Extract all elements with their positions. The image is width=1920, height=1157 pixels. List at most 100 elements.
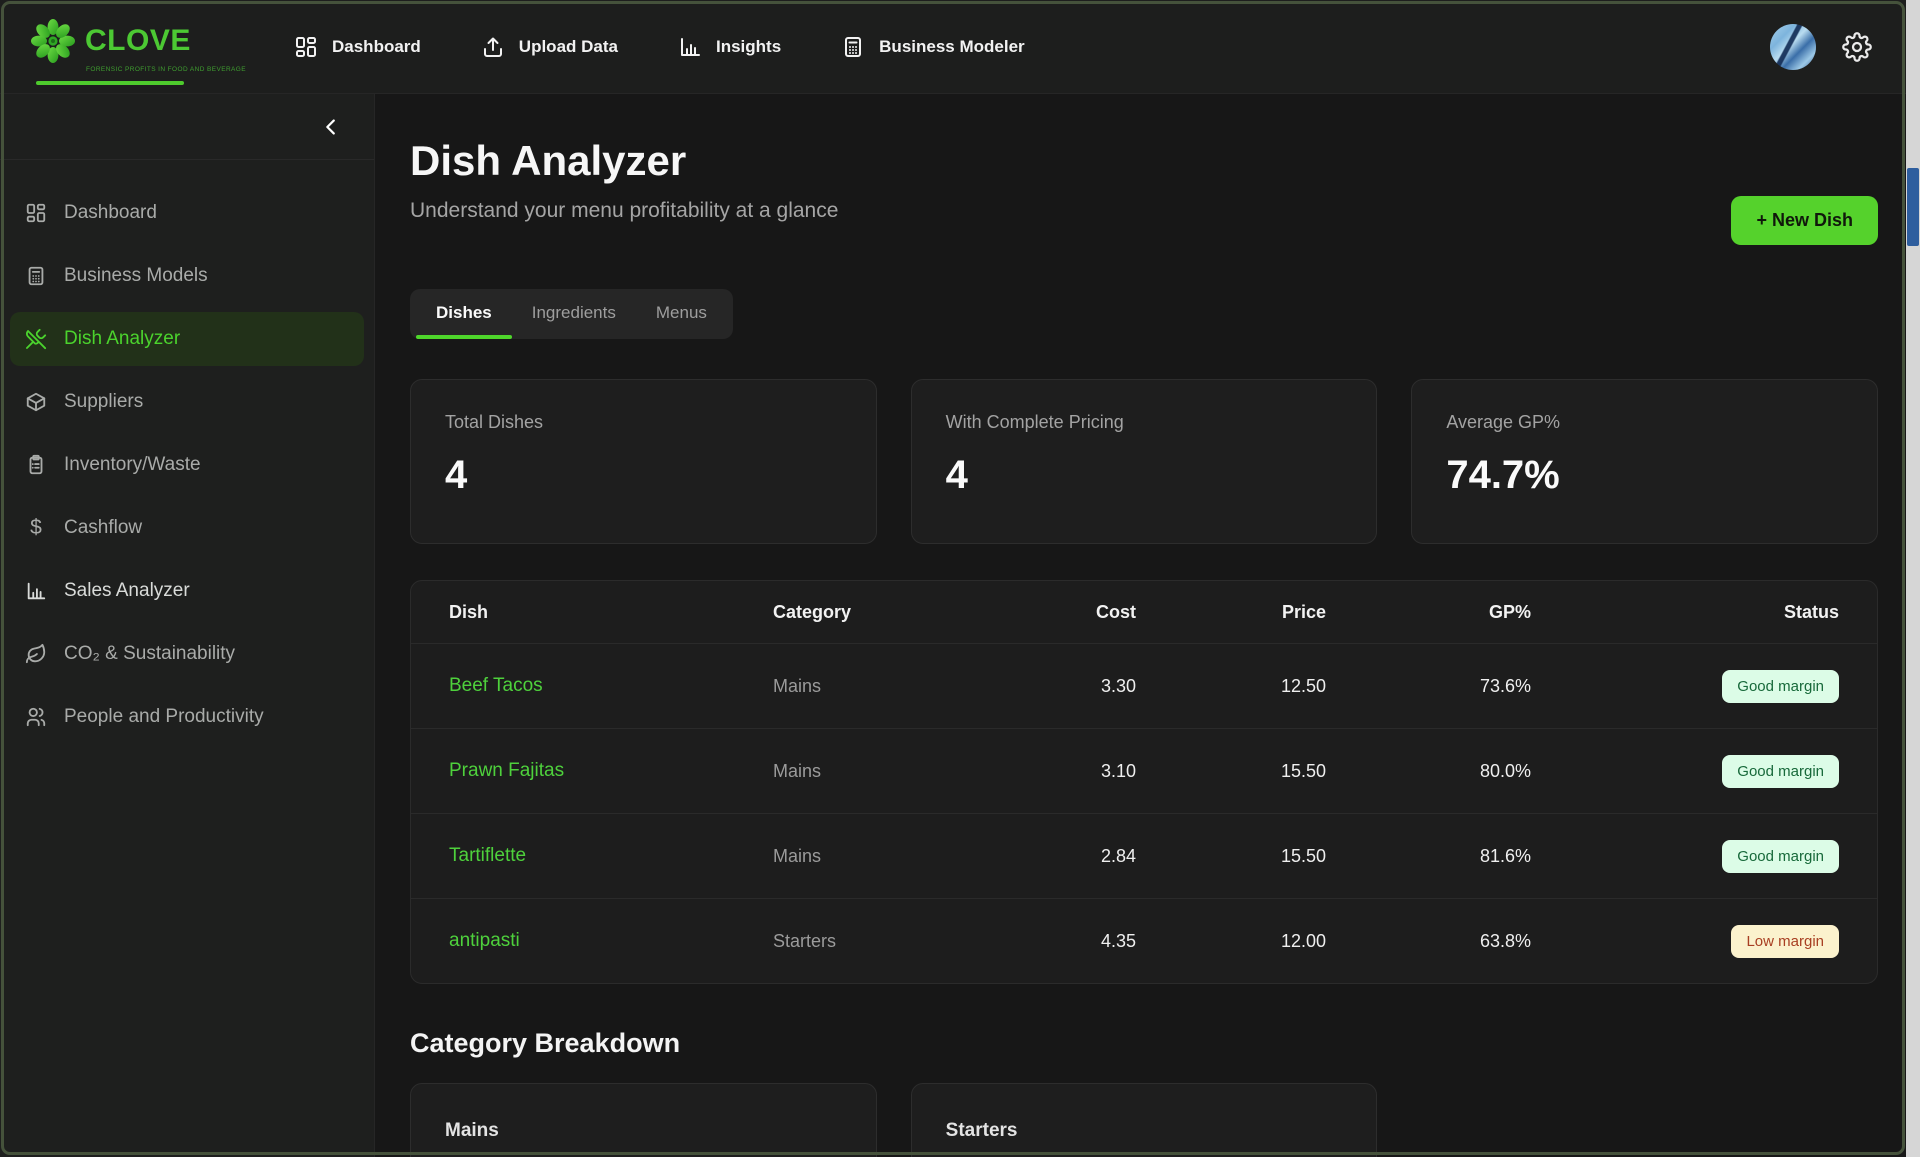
column-header-cost: Cost bbox=[1016, 602, 1136, 623]
dishes-table: Dish Category Cost Price GP% Status Beef… bbox=[410, 580, 1878, 984]
user-avatar[interactable] bbox=[1770, 24, 1816, 70]
tab-label: Dishes bbox=[436, 303, 492, 322]
category-breakdown-cards: Mains Starters bbox=[410, 1083, 1878, 1157]
new-dish-button[interactable]: + New Dish bbox=[1731, 196, 1878, 245]
topnav-item-business-modeler[interactable]: Business Modeler bbox=[841, 35, 1025, 59]
stat-value: 74.7% bbox=[1446, 453, 1843, 498]
sidebar-item-label: Suppliers bbox=[64, 391, 143, 413]
sidebar-item-label: Dish Analyzer bbox=[64, 328, 180, 350]
sidebar: Dashboard Business Models bbox=[0, 94, 375, 1157]
sidebar-navigation: Dashboard Business Models bbox=[0, 160, 374, 770]
dish-price: 12.00 bbox=[1136, 931, 1326, 952]
stat-card-total-dishes: Total Dishes 4 bbox=[410, 379, 877, 544]
tab-menus[interactable]: Menus bbox=[636, 293, 727, 335]
stat-label: Average GP% bbox=[1446, 412, 1843, 433]
topnav-item-upload-data[interactable]: Upload Data bbox=[481, 35, 618, 59]
brand-underline bbox=[36, 81, 184, 85]
sidebar-item-dish-analyzer[interactable]: Dish Analyzer bbox=[10, 312, 364, 366]
sidebar-item-people-productivity[interactable]: People and Productivity bbox=[10, 690, 364, 744]
brand-name: CLOVE bbox=[85, 24, 191, 58]
sidebar-item-business-models[interactable]: Business Models bbox=[10, 249, 364, 303]
dish-gp: 73.6% bbox=[1326, 676, 1531, 697]
status-badge: Good margin bbox=[1722, 840, 1839, 873]
sidebar-header bbox=[0, 94, 374, 160]
column-header-status: Status bbox=[1531, 602, 1839, 623]
tab-bar: Dishes Ingredients Menus bbox=[410, 289, 733, 339]
column-header-gp: GP% bbox=[1326, 602, 1531, 623]
stat-cards: Total Dishes 4 With Complete Pricing 4 A… bbox=[410, 379, 1878, 544]
table-row: Beef Tacos Mains 3.30 12.50 73.6% Good m… bbox=[411, 643, 1877, 728]
stat-card-average-gp: Average GP% 74.7% bbox=[1411, 379, 1878, 544]
tab-dishes[interactable]: Dishes bbox=[416, 293, 512, 335]
sidebar-item-label: Sales Analyzer bbox=[64, 580, 190, 602]
breakdown-card-label: Starters bbox=[946, 1120, 1343, 1142]
bar-chart-icon bbox=[678, 35, 702, 59]
dish-gp: 80.0% bbox=[1326, 761, 1531, 782]
table-row: Prawn Fajitas Mains 3.10 15.50 80.0% Goo… bbox=[411, 728, 1877, 813]
sidebar-item-label: People and Productivity bbox=[64, 706, 264, 728]
topnav-label: Dashboard bbox=[332, 37, 421, 57]
topnav-item-dashboard[interactable]: Dashboard bbox=[294, 35, 421, 59]
topnav-item-insights[interactable]: Insights bbox=[678, 35, 781, 59]
bar-chart-icon bbox=[25, 580, 47, 602]
tab-label: Ingredients bbox=[532, 303, 616, 322]
dish-link[interactable]: Beef Tacos bbox=[449, 675, 773, 697]
sidebar-item-sales-analyzer[interactable]: Sales Analyzer bbox=[10, 564, 364, 618]
sidebar-item-label: Inventory/Waste bbox=[64, 454, 201, 476]
dish-link[interactable]: Tartiflette bbox=[449, 845, 773, 867]
tab-ingredients[interactable]: Ingredients bbox=[512, 293, 636, 335]
dish-price: 12.50 bbox=[1136, 676, 1326, 697]
dish-price: 15.50 bbox=[1136, 761, 1326, 782]
calculator-icon bbox=[841, 35, 865, 59]
sidebar-item-suppliers[interactable]: Suppliers bbox=[10, 375, 364, 429]
upload-icon bbox=[481, 35, 505, 59]
settings-gear-icon[interactable] bbox=[1842, 32, 1872, 62]
stat-label: Total Dishes bbox=[445, 412, 842, 433]
page-title: Dish Analyzer bbox=[410, 138, 838, 183]
dish-gp: 63.8% bbox=[1326, 931, 1531, 952]
dish-link[interactable]: Prawn Fajitas bbox=[449, 760, 773, 782]
dish-cost: 4.35 bbox=[1016, 931, 1136, 952]
dollar-icon: $ bbox=[25, 516, 47, 540]
topnav-label: Business Modeler bbox=[879, 37, 1025, 57]
stat-label: With Complete Pricing bbox=[946, 412, 1343, 433]
column-header-category: Category bbox=[773, 602, 1016, 623]
dish-category: Mains bbox=[773, 676, 1016, 697]
topnav-label: Upload Data bbox=[519, 37, 618, 57]
dish-price: 15.50 bbox=[1136, 846, 1326, 867]
sidebar-item-cashflow[interactable]: $ Cashflow bbox=[10, 501, 364, 555]
collapse-sidebar-chevron-left-icon[interactable] bbox=[320, 116, 342, 138]
leaf-icon bbox=[25, 643, 47, 665]
sidebar-item-co2-sustainability[interactable]: CO₂ & Sustainability bbox=[10, 627, 364, 681]
scrollbar-thumb[interactable] bbox=[1907, 168, 1919, 246]
top-navigation: Dashboard Upload Data Insights bbox=[294, 35, 1025, 59]
dish-cost: 3.10 bbox=[1016, 761, 1136, 782]
breakdown-card-starters: Starters bbox=[911, 1083, 1378, 1157]
dish-link[interactable]: antipasti bbox=[449, 930, 773, 952]
tab-label: Menus bbox=[656, 303, 707, 322]
breakdown-card-mains: Mains bbox=[410, 1083, 877, 1157]
category-breakdown-heading: Category Breakdown bbox=[410, 1028, 1878, 1059]
table-row: antipasti Starters 4.35 12.00 63.8% Low … bbox=[411, 898, 1877, 983]
page-subtitle: Understand your menu profitability at a … bbox=[410, 199, 838, 223]
topnav-label: Insights bbox=[716, 37, 781, 57]
brand-logo[interactable]: CLOVE FORENSIC PROFITS IN FOOD AND BEVER… bbox=[30, 18, 246, 85]
stat-value: 4 bbox=[946, 453, 1343, 498]
sidebar-item-dashboard[interactable]: Dashboard bbox=[10, 186, 364, 240]
table-header-row: Dish Category Cost Price GP% Status bbox=[411, 581, 1877, 643]
active-tab-underline bbox=[416, 335, 512, 339]
status-badge: Good margin bbox=[1722, 755, 1839, 788]
users-icon bbox=[25, 706, 47, 728]
sidebar-item-inventory-waste[interactable]: Inventory/Waste bbox=[10, 438, 364, 492]
status-badge: Good margin bbox=[1722, 670, 1839, 703]
table-row: Tartiflette Mains 2.84 15.50 81.6% Good … bbox=[411, 813, 1877, 898]
dish-cost: 3.30 bbox=[1016, 676, 1136, 697]
dish-category: Starters bbox=[773, 931, 1016, 952]
page-scrollbar[interactable] bbox=[1906, 0, 1920, 1157]
sidebar-item-label: Business Models bbox=[64, 265, 208, 287]
clove-flower-icon bbox=[30, 18, 76, 64]
sidebar-item-label: CO₂ & Sustainability bbox=[64, 643, 235, 665]
dish-cost: 2.84 bbox=[1016, 846, 1136, 867]
column-header-price: Price bbox=[1136, 602, 1326, 623]
dish-category: Mains bbox=[773, 846, 1016, 867]
